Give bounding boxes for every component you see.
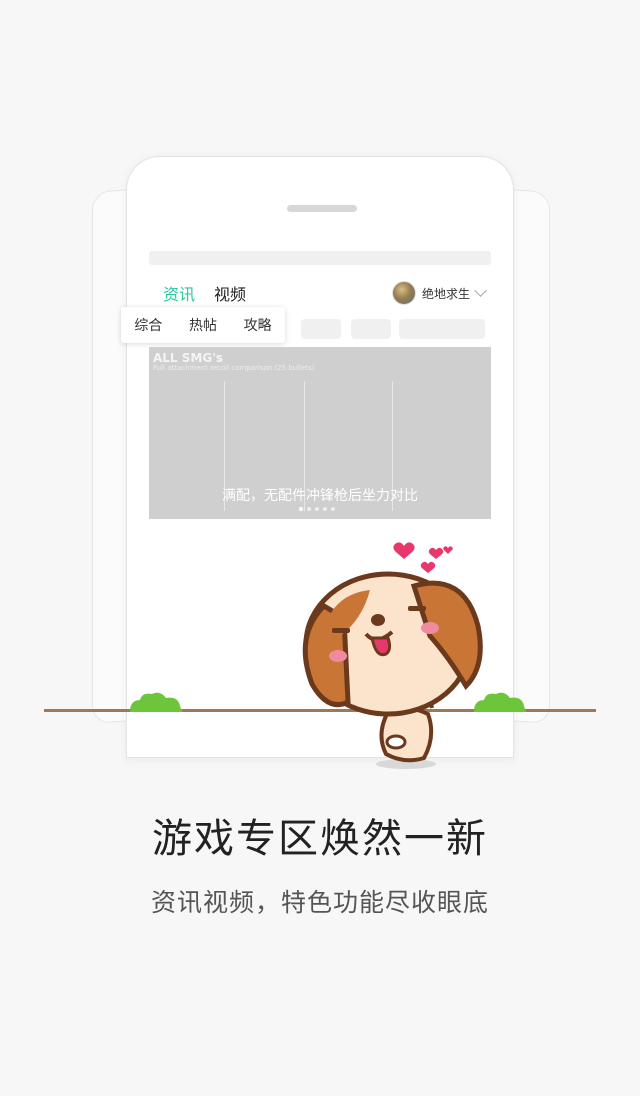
phone-speaker [287,205,357,212]
game-avatar-icon [392,281,416,305]
subline: 资讯视频，特色功能尽收眼底 [150,888,489,917]
video-banner[interactable]: ALL SMG's Full attachment recoil compari… [149,347,491,519]
game-name: 绝地求生 [422,286,471,301]
carousel-dot [299,507,303,511]
subtab-general[interactable]: 综合 [134,315,162,335]
tab-video[interactable]: 视频 [214,281,246,305]
subtab-placeholder [351,319,391,339]
subtab-bar: 综合 热帖 攻略 [121,307,285,343]
banner-title: ALL SMG's [153,351,224,365]
status-bar-placeholder [149,251,491,265]
subtab-placeholder [301,319,341,339]
tab-news[interactable]: 资讯 [163,281,195,305]
subtab-guides[interactable]: 攻略 [244,315,272,335]
chevron-down-icon [474,284,487,297]
carousel-dot [307,507,311,511]
bush-icon [130,692,182,712]
subtab-hot-posts[interactable]: 热帖 [189,315,217,335]
game-selector[interactable]: 绝地求生 [392,281,487,305]
subtab-placeholder [399,319,485,339]
banner-subtitle: Full attachment recoil comparison (25 bu… [153,364,315,372]
carousel-dot [323,507,327,511]
banner-caption: 满配，无配件冲锋枪后坐力对比 [222,488,418,504]
carousel-dot [331,507,335,511]
carousel-dots [299,507,335,511]
dog-mascot-icon [302,542,483,769]
headline: 游戏专区焕然一新 [152,816,488,862]
carousel-dot [315,507,319,511]
